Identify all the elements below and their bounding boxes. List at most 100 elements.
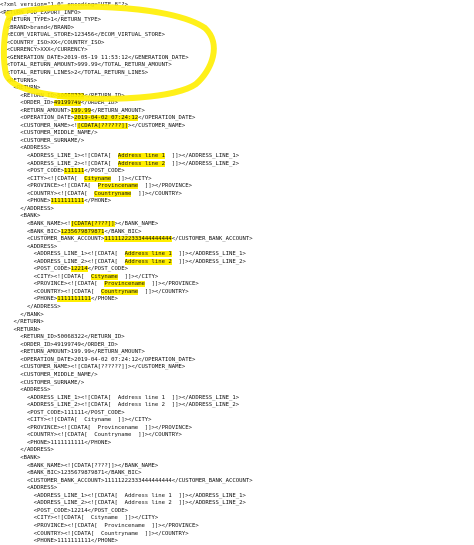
- xml-line-text: <TOTAL_RETURN_AMOUNT>999.99</TOTAL_RETUR…: [0, 62, 172, 69]
- xml-line-text: <PHONE>: [0, 198, 51, 205]
- xml-line-text-end: </POST_CODE>: [87, 266, 128, 273]
- xml-line-text: <PROVINCE><![CDATA[: [0, 281, 105, 288]
- highlighted-value: 12214: [70, 266, 88, 273]
- xml-line-text-end: </RETURN_ID>: [84, 92, 125, 99]
- xml-line-text: <ORDER_ID>49199749</ORDER_ID>: [0, 341, 118, 348]
- xml-line-text-end: </PHONE>: [84, 198, 112, 205]
- xml-line-text: </RETURN>: [0, 319, 44, 326]
- highlighted-value: 111111: [64, 168, 85, 175]
- xml-line-text: <POST_CODE>: [0, 266, 71, 273]
- xml-line-text-end: ]]></COUNTRY>: [131, 190, 182, 197]
- xml-line-text-end: ]]></ADDRESS_LINE_1>: [165, 153, 240, 159]
- xml-line-text: <CUSTOMER_SURNAME/>: [0, 379, 85, 386]
- highlighted-value: Cityname: [84, 175, 112, 182]
- highlighted-value: 199.99: [70, 107, 91, 114]
- xml-line-text-end: </RETURN_AMOUNT>: [90, 107, 145, 114]
- xml-line-text: <CUSTOMER_MIDDLE_NAME/>: [0, 371, 98, 378]
- xml-line-text-end: ]]></ADDRESS_LINE_1>: [171, 251, 246, 258]
- xml-document-viewer: <?xml version="1.0" encoding="UTF-8"?> <R…: [0, 0, 474, 544]
- xml-line-text: <ADDRESS_LINE_2><![CDATA[ Address line 2…: [0, 402, 240, 409]
- highlighted-value: 1111111111: [50, 198, 85, 205]
- xml-line-text: <BANK>: [0, 455, 41, 461]
- xml-line-text: </ADDRESS>: [0, 205, 54, 212]
- xml-line-text: <CUSTOMER_NAME><![CDATA[??????]]></CUSTO…: [0, 364, 186, 371]
- xml-line-text: <ADDRESS_LINE_2><![CDATA[ Address line 2…: [0, 500, 246, 507]
- xml-line-text: <RETURN>: [0, 85, 41, 92]
- xml-line-text: <RETURN_AMOUNT>199.99</RETURN_AMOUNT>: [0, 349, 145, 356]
- xml-line-text: <ADDRESS_LINE_1><![CDATA[: [0, 153, 118, 159]
- xml-line-text: <ORDER_ID>: [0, 100, 54, 107]
- xml-line-text: <TOTAL_RETURN_LINES>2</TOTAL_RETURN_LINE…: [0, 69, 149, 76]
- xml-line-text-end: </ORDER_ID>: [80, 100, 118, 107]
- xml-line-text: <CUSTOMER_BANK_ACCOUNT>11111222333444444…: [0, 477, 253, 484]
- xml-line-text: <RETURNS>: [0, 77, 38, 84]
- xml-line-text: <PHONE>1111111111</PHONE>: [0, 538, 118, 545]
- xml-line-text: <RETURN_ID>50068322</RETURN_ID>: [0, 334, 125, 341]
- xml-line-text: <?xml version="1.0" encoding="UTF-8"?>: [0, 2, 128, 8]
- xml-line-text: <COUNTRY><![CDATA[: [0, 288, 102, 295]
- highlighted-value: Cityname: [90, 273, 118, 280]
- xml-line-text-end: </BANK_BIC>: [104, 228, 142, 235]
- xml-line-text-end: </PHONE>: [90, 296, 118, 303]
- xml-line-text: <OPERATION_DATE>: [0, 115, 75, 122]
- highlighted-value: Address line 2: [124, 258, 172, 265]
- xml-line-text: <COUNTRY><![CDATA[ Countryname ]]></COUN…: [0, 432, 182, 439]
- highlighted-value: 1111111111: [57, 296, 91, 303]
- highlighted-value: 49199749: [53, 100, 81, 107]
- xml-line-text: <CUSTOMER_NAME><!: [0, 122, 78, 129]
- xml-line-text: <RETURN_ID>: [0, 92, 58, 99]
- highlighted-value: [CDATA[????]]: [70, 220, 115, 227]
- xml-line-text: <ADDRESS>: [0, 387, 51, 394]
- xml-line-text-end: ></BANK_NAME>: [114, 220, 159, 227]
- highlighted-value: 11111222333444444444: [104, 236, 172, 243]
- xml-line-text: <RETURN>: [0, 326, 41, 333]
- xml-line-text: <POST_CODE>111111</POST_CODE>: [0, 409, 125, 416]
- xml-line-text: <OPERATION_DATE>2019-04-02 07:24:12</OPE…: [0, 356, 196, 363]
- xml-line-text-end: ]]></PROVINCE>: [138, 183, 192, 190]
- xml-line-text: <BANK_BIC>: [0, 228, 61, 235]
- xml-line-text-end: ></CUSTOMER_NAME>: [128, 122, 186, 129]
- xml-line-text: <PROVINCE><![CDATA[: [0, 183, 98, 190]
- xml-line-text: <ADDRESS_LINE_2><![CDATA[: [0, 258, 125, 265]
- xml-line-text: <CUSTOMER_BANK_ACCOUNT>: [0, 236, 105, 243]
- xml-line-text: <RETURN_TYPE>1</RETURN_TYPE>: [0, 17, 102, 24]
- xml-line-text: <ADDRESS_LINE_2><![CDATA[: [0, 160, 118, 167]
- xml-line-text: </BANK>: [0, 311, 44, 318]
- xml-line-text-end: ]]></CITY>: [111, 175, 152, 182]
- xml-line-text: <PROVINCE><![CDATA[ Provincename ]]></PR…: [0, 424, 192, 431]
- xml-line-text: <BANK_NAME><!: [0, 220, 71, 227]
- xml-line-text: <POST_CODE>: [0, 168, 64, 175]
- xml-line-text-end: ]]></COUNTRY>: [138, 288, 189, 295]
- xml-line-text: <CITY><![CDATA[ Cityname ]]></CITY>: [0, 417, 152, 424]
- xml-line-text: <PHONE>1111111111</PHONE>: [0, 439, 112, 446]
- xml-line-text: <BANK_NAME><![CDATA[????]]></BANK_NAME>: [0, 462, 159, 469]
- xml-line-text: <ADDRESS>: [0, 243, 58, 250]
- xml-line-text: <ADDRESS_LINE_1><![CDATA[ Address line 1…: [0, 492, 246, 499]
- xml-line-text-end: </POST_CODE>: [84, 168, 125, 175]
- xml-line-text: <CUSTOMER_MIDDLE_NAME/>: [0, 130, 98, 137]
- xml-line-text: <COUNTRY_ISO>XX</COUNTRY_ISO>: [0, 39, 105, 46]
- highlighted-value: Address line 2: [117, 160, 166, 167]
- xml-line-text: <POST_CODE>12214</POST_CODE>: [0, 507, 128, 514]
- highlighted-value: 50068322: [57, 92, 85, 99]
- highlighted-value: Provincename: [104, 281, 145, 288]
- highlighted-value: Provincename: [97, 183, 139, 190]
- highlighted-value: Address line 1: [124, 251, 172, 258]
- xml-line-text: <CURRENCY>XXX</CURRENCY>: [0, 47, 88, 54]
- xml-line-text: </ADDRESS>: [0, 447, 54, 454]
- xml-line-text: </ADDRESS>: [0, 304, 61, 310]
- xml-line-text: <COUNTRY><![CDATA[ Countryname ]]></COUN…: [0, 530, 189, 537]
- xml-line-text: <BRAND>brand</BRAND>: [0, 24, 75, 31]
- xml-line-text: <ADDRESS>: [0, 145, 51, 152]
- xml-line-text-end: </CUSTOMER_BANK_ACCOUNT>: [171, 236, 253, 243]
- highlighted-value: 2019-04-02 07:24:12: [74, 115, 139, 122]
- xml-line-text: <COUNTRY><![CDATA[: [0, 190, 95, 197]
- xml-line-text: <ADDRESS>: [0, 485, 58, 492]
- xml-line-text: <PROVINCE><![CDATA[ Provincename ]]></PR…: [0, 522, 199, 529]
- xml-line-text: <PHONE>: [0, 296, 58, 303]
- xml-line-text: <CITY><![CDATA[: [0, 175, 85, 182]
- xml-line-text: <RETURN_AMOUNT>: [0, 107, 71, 114]
- xml-line-text-end: </OPERATION_DATE>: [138, 115, 196, 122]
- xml-line-text: <BANK>: [0, 213, 41, 220]
- xml-line-text: <ECOM_VIRTUAL_STORE>123456</ECOM_VIRTUAL…: [0, 32, 166, 39]
